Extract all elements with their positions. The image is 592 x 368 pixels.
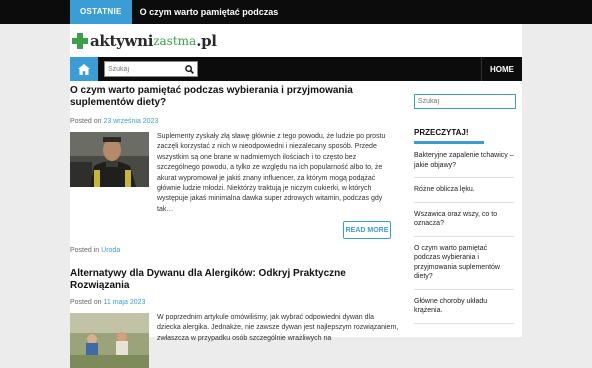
- post-title-link[interactable]: O czym warto pamiętać podczas wybierania…: [70, 85, 400, 109]
- search-icon[interactable]: [185, 64, 194, 74]
- posted-in-label: Posted in: [70, 247, 100, 254]
- home-icon-button[interactable]: [70, 57, 98, 81]
- read-more-button[interactable]: READ MORE: [343, 221, 391, 239]
- post-category: Posted in Uroda: [70, 247, 120, 254]
- logo-text-part3: .pl: [196, 32, 217, 50]
- post-excerpt: W poprzednim artykule omówiliśmy, jak wy…: [157, 314, 399, 342]
- sidebar-item-link[interactable]: Różne oblicza lęku.: [414, 178, 514, 203]
- post-body: Suplementy zyskały złą sławę głównie z t…: [70, 132, 400, 215]
- sidebar-item-link[interactable]: Wszawica oraz wszy, co to oznacza?: [414, 203, 514, 237]
- nav-home-link[interactable]: HOME: [481, 57, 522, 81]
- home-icon: [78, 63, 90, 75]
- post-thumbnail-children[interactable]: [70, 313, 149, 368]
- latest-tag: OSTATNIE: [70, 0, 132, 24]
- medical-cross-icon: [72, 33, 88, 49]
- main-nav: HOME: [70, 57, 522, 81]
- sidebar-list: Bakteryjne zapalenie tchawicy – jakie ob…: [414, 144, 514, 324]
- post-date-link[interactable]: 23 września 2023: [103, 118, 158, 125]
- nav-search-input[interactable]: [105, 63, 185, 75]
- posted-on-label: Posted on: [70, 118, 102, 125]
- logo-text-part1: aktywni: [90, 32, 154, 50]
- post-excerpt: Suplementy zyskały złą sławę głównie z t…: [157, 133, 386, 213]
- nav-search-box: [104, 61, 198, 77]
- thumbnail-image: [70, 313, 149, 368]
- sidebar: PRZECZYTAJ! Bakteryjne zapalenie tchawic…: [409, 94, 522, 324]
- site-logo[interactable]: aktywni zastma .pl: [72, 32, 217, 50]
- post-card: O czym warto pamiętać podczas wybierania…: [70, 85, 400, 267]
- post-date-link[interactable]: 11 maja 2023: [103, 299, 145, 306]
- sidebar-heading: PRZECZYTAJ!: [414, 128, 469, 137]
- top-bar: OSTATNIE O czym warto pamiętać podczas w…: [0, 0, 592, 24]
- site-header: aktywni zastma .pl: [70, 24, 522, 57]
- sidebar-item-link[interactable]: Główne choroby układu krążenia.: [414, 290, 514, 324]
- category-link[interactable]: Uroda: [101, 247, 120, 254]
- main-content: O czym warto pamiętać podczas wybierania…: [70, 85, 400, 368]
- post-thumbnail-firefighter[interactable]: [70, 132, 149, 187]
- sidebar-item-link[interactable]: Bakteryjne zapalenie tchawicy – jakie ob…: [414, 144, 514, 178]
- post-card: Alternatywy dla Dywanu dla Alergików: Od…: [70, 268, 400, 368]
- post-meta: Posted on 11 maja 2023: [70, 299, 400, 306]
- sidebar-search-input[interactable]: [415, 96, 501, 107]
- thumbnail-image: [70, 132, 149, 187]
- post-title-link[interactable]: Alternatywy dla Dywanu dla Alergików: Od…: [70, 268, 400, 292]
- post-meta: Posted on 23 września 2023: [70, 118, 400, 125]
- sidebar-item-link[interactable]: O czym warto pamiętać podczas wybierania…: [414, 237, 514, 290]
- posted-on-label: Posted on: [70, 299, 102, 306]
- post-body: W poprzednim artykule omówiliśmy, jak wy…: [70, 313, 400, 368]
- latest-ticker-link[interactable]: O czym warto pamiętać podczas wybierania…: [140, 7, 280, 17]
- sidebar-search-box: [414, 94, 516, 109]
- logo-text-part2: zastma: [153, 34, 197, 48]
- page-container: aktywni zastma .pl HOME O czym warto pam…: [70, 24, 522, 368]
